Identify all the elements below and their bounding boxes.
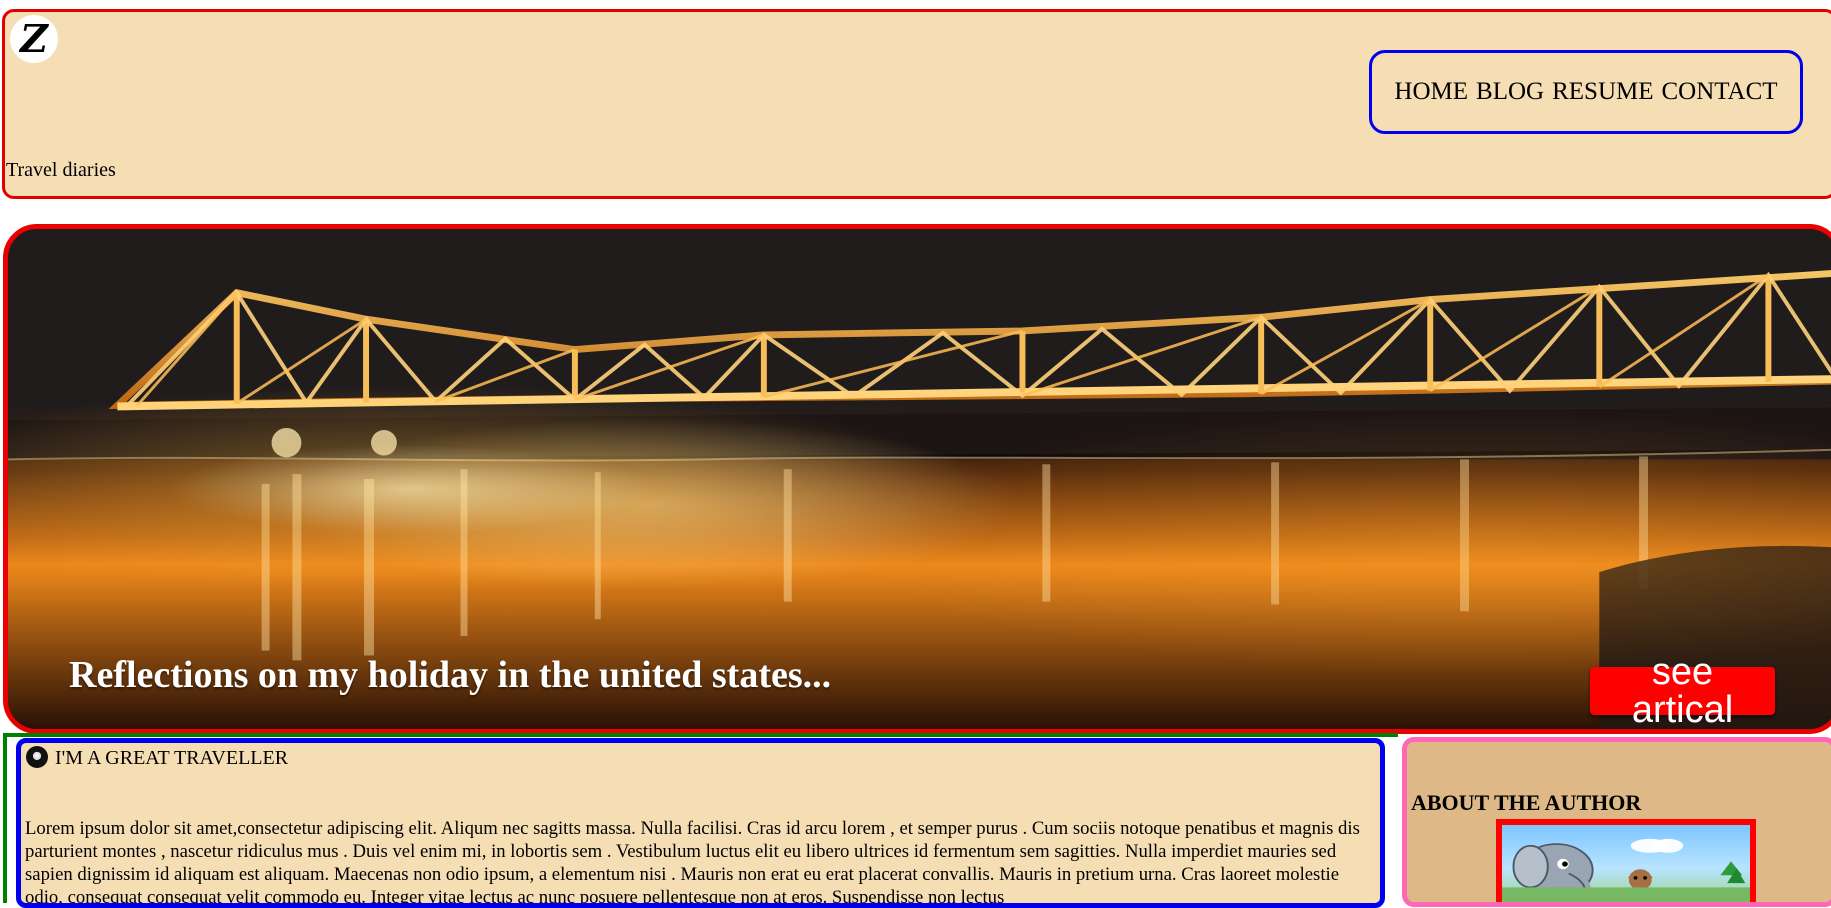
- author-title: ABOUT THE AUTHOR: [1411, 790, 1642, 816]
- traveller-article: I'M A GREAT TRAVELLER Lorem ipsum dolor …: [16, 738, 1385, 908]
- elephant-cartoon-image: [1496, 819, 1756, 902]
- nav-home-link[interactable]: HOME: [1394, 78, 1468, 106]
- about-author-card: ABOUT THE AUTHOR: [1402, 737, 1831, 907]
- nav-resume-link[interactable]: RESUME: [1552, 78, 1653, 106]
- main-navigation: HOME BLOG RESUME CONTACT: [1369, 50, 1803, 134]
- hero-banner: Reflections on my holiday in the united …: [3, 224, 1831, 734]
- elephant-cartoon-icon: [1502, 838, 1750, 902]
- article-header: I'M A GREAT TRAVELLER: [26, 745, 289, 770]
- site-header: Z HOME BLOG RESUME CONTACT Travel diarie…: [2, 9, 1831, 199]
- avatar-icon: [26, 745, 48, 768]
- site-tagline: Travel diaries: [6, 159, 116, 181]
- article-heading: I'M A GREAT TRAVELLER: [55, 747, 289, 769]
- hero-title: Reflections on my holiday in the united …: [69, 654, 832, 697]
- nav-contact-link[interactable]: CONTACT: [1662, 78, 1778, 106]
- nav-blog-link[interactable]: BLOG: [1476, 78, 1544, 106]
- see-article-button[interactable]: see artical: [1590, 653, 1775, 729]
- logo-icon[interactable]: Z: [10, 15, 58, 63]
- article-body: Lorem ipsum dolor sit amet,consectetur a…: [25, 817, 1360, 908]
